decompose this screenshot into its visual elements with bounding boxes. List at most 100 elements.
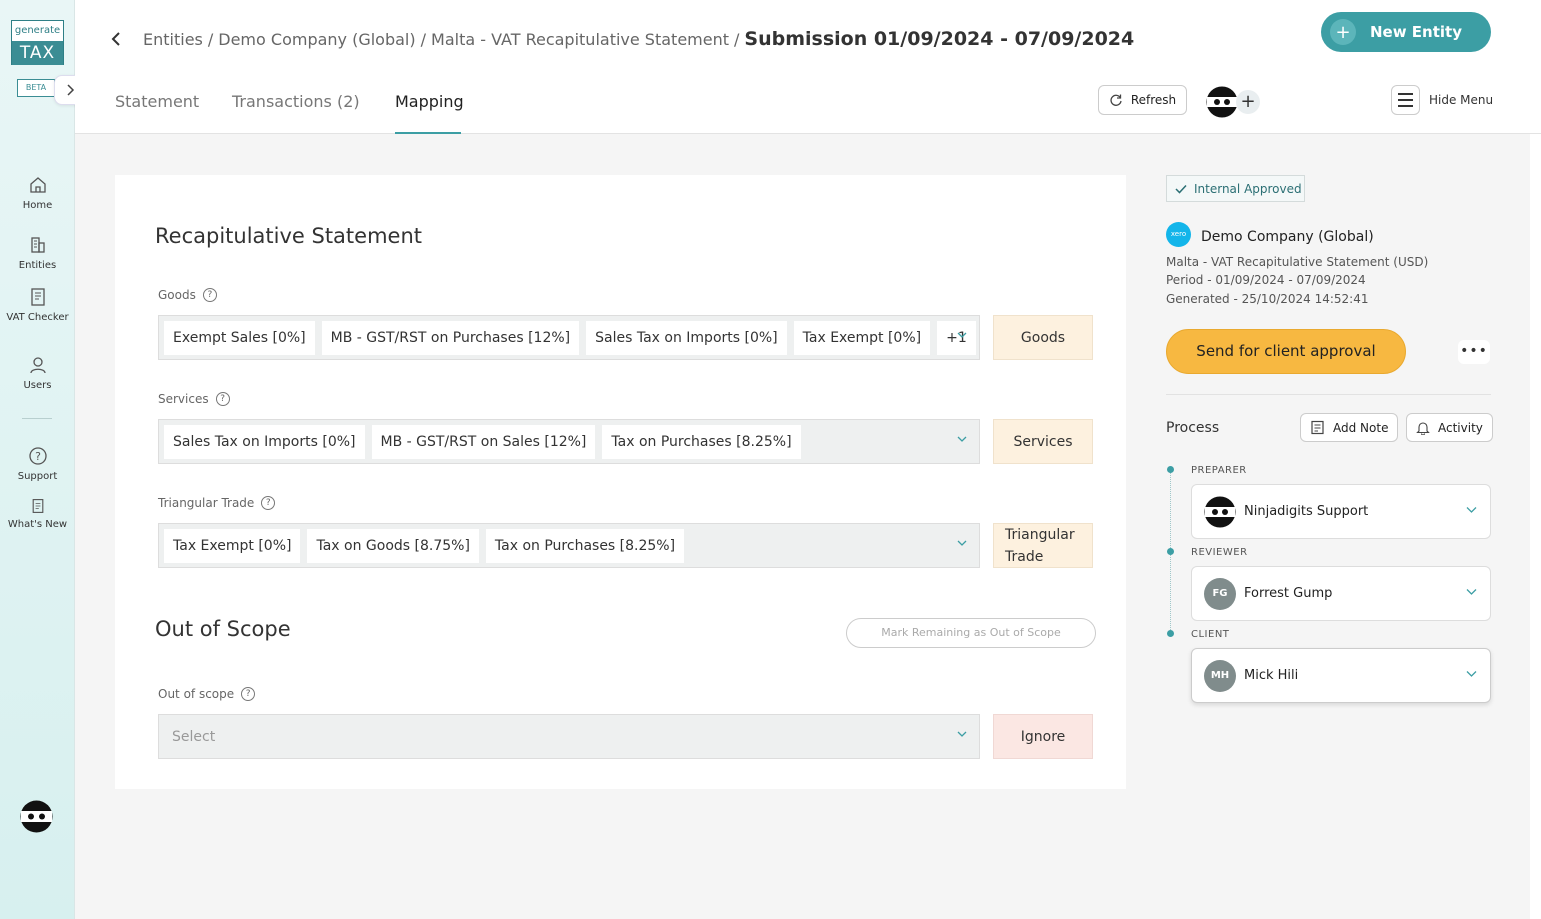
role-label-client: CLIENT xyxy=(1191,629,1230,640)
role-label-preparer: PREPARER xyxy=(1191,465,1247,476)
person-name: Forrest Gump xyxy=(1244,586,1333,601)
chip[interactable]: Sales Tax on Imports [0%] xyxy=(586,320,787,355)
new-entity-label: New Entity xyxy=(1370,23,1462,41)
mark-remaining-button[interactable]: Mark Remaining as Out of Scope xyxy=(846,618,1096,648)
select-placeholder: Select xyxy=(172,728,216,745)
chevron-left-icon xyxy=(111,32,120,46)
refresh-label: Refresh xyxy=(1130,93,1177,107)
activity-label: Activity xyxy=(1438,420,1483,435)
section-title-out-of-scope: Out of Scope xyxy=(155,617,291,641)
chevron-down-icon[interactable] xyxy=(957,434,967,444)
help-icon[interactable]: ? xyxy=(202,288,217,302)
chip[interactable]: Exempt Sales [0%] xyxy=(164,320,315,355)
sidebar-item-entities[interactable]: Entities xyxy=(0,235,75,272)
logo-bottom-text: TAX xyxy=(12,41,63,65)
sidebar-item-label: Entities xyxy=(18,260,57,271)
refresh-icon xyxy=(1110,94,1122,106)
breadcrumb-separator: / xyxy=(734,30,740,49)
help-icon[interactable]: ? xyxy=(241,687,256,701)
field-label-triangular: Triangular Trade ? xyxy=(158,496,276,510)
help-icon[interactable]: ? xyxy=(215,392,230,406)
hamburger-icon xyxy=(1391,85,1420,115)
ignore-button[interactable]: Ignore xyxy=(993,714,1093,759)
chevron-down-icon[interactable] xyxy=(957,729,967,739)
chip[interactable]: Tax on Goods [8.75%] xyxy=(307,528,479,563)
chip[interactable]: Tax on Purchases [8.25%] xyxy=(602,424,801,459)
sidebar-item-label: What's New xyxy=(7,519,68,530)
hide-menu-label: Hide Menu xyxy=(1429,93,1494,107)
tab-statement[interactable]: Statement xyxy=(115,92,199,111)
sidebar-item-users[interactable]: Users xyxy=(0,355,75,392)
goods-box-button[interactable]: Goods xyxy=(993,315,1093,360)
plus-icon: + xyxy=(1330,19,1356,45)
breadcrumb-entities[interactable]: Entities xyxy=(143,30,203,49)
sidebar-item-support[interactable]: ? Support xyxy=(0,446,75,483)
active-tab-indicator xyxy=(395,132,461,134)
client-select[interactable]: MH Mick Hili xyxy=(1191,648,1491,703)
breadcrumb-company[interactable]: Demo Company (Global) xyxy=(218,30,415,49)
triangular-multiselect[interactable]: Tax Exempt [0%] Tax on Goods [8.75%] Tax… xyxy=(158,523,980,568)
sidebar-item-label: VAT Checker xyxy=(6,312,69,323)
panel-divider xyxy=(1166,394,1491,395)
chip[interactable]: Tax Exempt [0%] xyxy=(793,320,931,355)
sidebar-item-whats-new[interactable]: What's New xyxy=(0,498,75,531)
chip[interactable]: MB - GST/RST on Purchases [12%] xyxy=(321,320,580,355)
sidebar-item-label: Users xyxy=(23,380,52,391)
section-title-recapitulative: Recapitulative Statement xyxy=(155,224,422,248)
note-icon xyxy=(1311,420,1324,435)
services-box-button[interactable]: Services xyxy=(993,419,1093,464)
bell-icon xyxy=(1416,422,1430,435)
app-logo[interactable]: generate TAX xyxy=(11,20,64,65)
goods-multiselect[interactable]: Exempt Sales [0%] MB - GST/RST on Purcha… xyxy=(158,315,980,360)
reviewer-select[interactable]: FG Forrest Gump xyxy=(1191,566,1491,621)
box-line: Trade xyxy=(1005,548,1044,565)
more-options-icon[interactable]: ••• xyxy=(1458,340,1490,364)
process-title: Process xyxy=(1166,420,1220,436)
chip[interactable]: Sales Tax on Imports [0%] xyxy=(164,424,365,459)
tab-transactions[interactable]: Transactions (2) xyxy=(232,92,360,111)
timeline-dot xyxy=(1167,630,1174,637)
user-icon xyxy=(29,357,46,374)
document-icon xyxy=(30,288,45,306)
add-collaborator-button[interactable]: + xyxy=(1236,90,1260,114)
sidebar-item-vat-checker[interactable]: VAT Checker xyxy=(0,287,75,324)
chip[interactable]: Tax on Purchases [8.25%] xyxy=(485,528,685,563)
chip[interactable]: Tax Exempt [0%] xyxy=(164,528,301,563)
chevron-down-icon[interactable] xyxy=(957,538,967,548)
box-line: Triangular xyxy=(1005,526,1075,543)
status-label: Internal Approved xyxy=(1194,181,1302,196)
refresh-button[interactable]: Refresh xyxy=(1098,85,1187,115)
breadcrumb-statement[interactable]: Malta - VAT Recapitulative Statement xyxy=(431,30,729,49)
tab-mapping[interactable]: Mapping xyxy=(395,92,464,111)
field-label-services: Services ? xyxy=(158,392,230,406)
user-avatar[interactable] xyxy=(20,800,53,833)
sidebar-divider xyxy=(22,418,52,419)
back-button[interactable] xyxy=(110,30,122,53)
status-badge: Internal Approved xyxy=(1166,175,1305,202)
out-of-scope-select[interactable]: Select xyxy=(158,714,980,759)
send-for-client-approval-button[interactable]: Send for client approval xyxy=(1166,329,1406,374)
chip[interactable]: MB - GST/RST on Sales [12%] xyxy=(371,424,596,459)
field-label-text: Triangular Trade xyxy=(158,496,255,510)
activity-button[interactable]: Activity xyxy=(1406,413,1493,442)
plus-icon: + xyxy=(1240,91,1256,112)
sidebar: generate TAX BETA Home Entities VAT Chec… xyxy=(0,0,85,919)
new-entity-button[interactable]: + New Entity xyxy=(1321,12,1491,52)
generated-text: Generated - 25/10/2024 14:52:41 xyxy=(1166,292,1369,306)
help-icon[interactable]: ? xyxy=(261,496,276,510)
svg-text:?: ? xyxy=(35,450,41,463)
sidebar-item-home[interactable]: Home xyxy=(0,175,75,212)
collaborator-avatar[interactable] xyxy=(1206,86,1238,118)
help-icon: ? xyxy=(28,447,47,465)
check-icon xyxy=(1175,184,1187,194)
add-note-button[interactable]: Add Note xyxy=(1300,413,1399,442)
preparer-select[interactable]: Ninjadigits Support xyxy=(1191,484,1491,539)
building-icon xyxy=(30,237,45,253)
triangular-box-button[interactable]: Triangular Trade xyxy=(993,523,1093,568)
field-label-text: Services xyxy=(158,392,209,406)
home-icon xyxy=(29,177,46,193)
chevron-down-icon[interactable] xyxy=(957,330,967,340)
services-multiselect[interactable]: Sales Tax on Imports [0%] MB - GST/RST o… xyxy=(158,419,980,464)
news-icon xyxy=(32,499,43,513)
hide-menu-button[interactable]: Hide Menu xyxy=(1391,85,1493,115)
